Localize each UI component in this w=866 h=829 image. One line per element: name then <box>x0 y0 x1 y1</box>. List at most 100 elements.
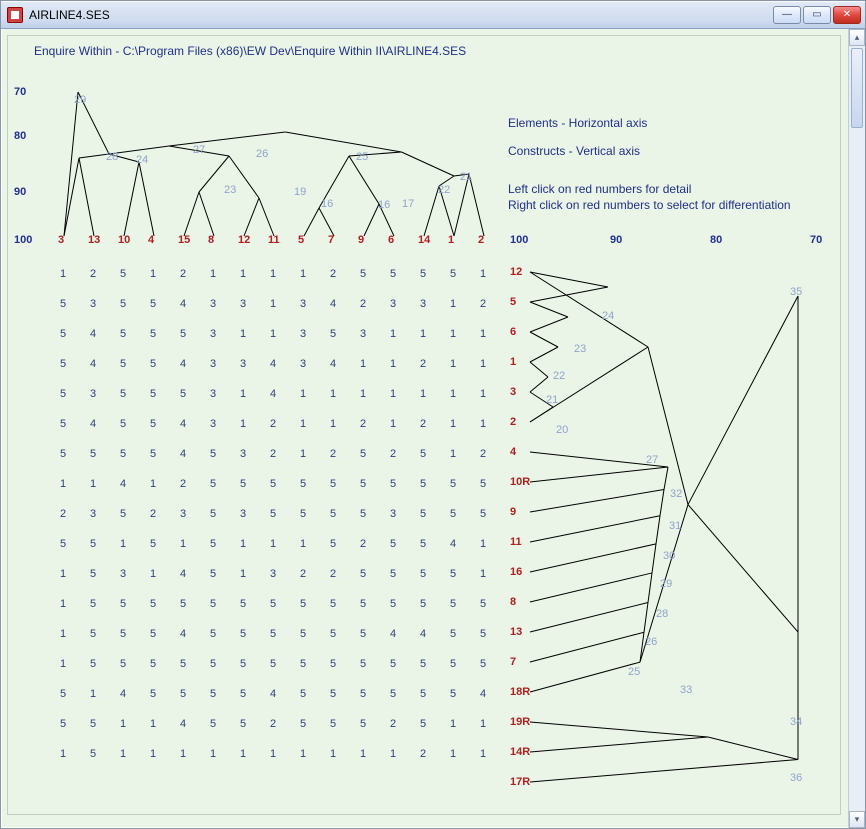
element-number[interactable]: 12 <box>238 234 250 246</box>
grid-cell: 1 <box>60 748 66 760</box>
grid-cell: 1 <box>240 268 246 280</box>
instruction-text: Constructs - Vertical axis <box>508 144 640 158</box>
maximize-button[interactable]: ▭ <box>803 6 831 24</box>
grid-cell: 5 <box>420 598 426 610</box>
element-number[interactable]: 11 <box>268 234 280 246</box>
element-number[interactable]: 3 <box>58 234 64 246</box>
y-axis-tick: 100 <box>14 234 32 246</box>
construct-number[interactable]: 14R <box>510 746 530 758</box>
grid-cell: 5 <box>330 538 336 550</box>
construct-number[interactable]: 9 <box>510 506 516 518</box>
grid-cell: 5 <box>60 448 66 460</box>
dendro-node-top: 25 <box>356 151 368 163</box>
element-number[interactable]: 9 <box>358 234 364 246</box>
grid-cell: 1 <box>420 388 426 400</box>
dendro-node-top: 19 <box>294 186 306 198</box>
construct-number[interactable]: 3 <box>510 386 516 398</box>
construct-number[interactable]: 12 <box>510 266 522 278</box>
grid-cell: 5 <box>240 688 246 700</box>
grid-cell: 1 <box>450 448 456 460</box>
grid-cell: 3 <box>270 568 276 580</box>
grid-cell: 1 <box>180 538 186 550</box>
vertical-scrollbar[interactable]: ▴ ▾ <box>848 29 865 828</box>
grid-cell: 5 <box>420 568 426 580</box>
element-number[interactable]: 5 <box>298 234 304 246</box>
minimize-button[interactable]: — <box>773 6 801 24</box>
construct-number[interactable]: 7 <box>510 656 516 668</box>
grid-cell: 5 <box>210 658 216 670</box>
focus-grid-canvas[interactable]: Enquire Within - C:\Program Files (x86)\… <box>7 35 841 815</box>
dendro-node-right: 24 <box>602 310 614 322</box>
grid-cell: 3 <box>210 358 216 370</box>
grid-cell: 1 <box>60 628 66 640</box>
grid-cell: 5 <box>480 598 486 610</box>
grid-cell: 5 <box>420 658 426 670</box>
construct-number[interactable]: 16 <box>510 566 522 578</box>
close-button[interactable]: ✕ <box>833 6 861 24</box>
grid-cell: 1 <box>210 268 216 280</box>
element-number[interactable]: 6 <box>388 234 394 246</box>
dendro-node-right: 21 <box>546 394 558 406</box>
grid-cell: 1 <box>450 328 456 340</box>
dendro-node-right: 26 <box>645 636 657 648</box>
grid-cell: 3 <box>210 418 216 430</box>
grid-cell: 1 <box>60 478 66 490</box>
construct-number[interactable]: 19R <box>510 716 530 728</box>
grid-cell: 5 <box>150 328 156 340</box>
scroll-down-arrow[interactable]: ▾ <box>849 811 865 828</box>
dendro-node-top: 29 <box>74 94 86 106</box>
grid-cell: 4 <box>330 358 336 370</box>
grid-cell: 2 <box>330 268 336 280</box>
scroll-thumb[interactable] <box>851 48 863 128</box>
grid-cell: 3 <box>120 568 126 580</box>
grid-cell: 2 <box>480 448 486 460</box>
dendro-node-right: 30 <box>663 550 675 562</box>
grid-cell: 2 <box>330 448 336 460</box>
grid-cell: 3 <box>210 298 216 310</box>
element-number[interactable]: 2 <box>478 234 484 246</box>
construct-number[interactable]: 4 <box>510 446 516 458</box>
construct-number[interactable]: 5 <box>510 296 516 308</box>
x-axis-right-tick: 90 <box>610 234 622 246</box>
grid-cell: 4 <box>180 298 186 310</box>
grid-cell: 5 <box>210 628 216 640</box>
grid-cell: 1 <box>210 748 216 760</box>
element-number[interactable]: 10 <box>118 234 130 246</box>
grid-cell: 5 <box>360 268 366 280</box>
grid-cell: 5 <box>150 298 156 310</box>
element-number[interactable]: 7 <box>328 234 334 246</box>
grid-cell: 4 <box>180 448 186 460</box>
construct-number[interactable]: 10R <box>510 476 530 488</box>
construct-number[interactable]: 11 <box>510 536 522 548</box>
grid-cell: 5 <box>120 418 126 430</box>
construct-number[interactable]: 18R <box>510 686 530 698</box>
construct-number[interactable]: 1 <box>510 356 516 368</box>
element-number[interactable]: 1 <box>448 234 454 246</box>
grid-cell: 5 <box>90 718 96 730</box>
element-number[interactable]: 8 <box>208 234 214 246</box>
grid-cell: 5 <box>480 508 486 520</box>
grid-cell: 5 <box>210 508 216 520</box>
construct-number[interactable]: 17R <box>510 776 530 788</box>
grid-cell: 1 <box>150 718 156 730</box>
construct-number[interactable]: 13 <box>510 626 522 638</box>
element-number[interactable]: 4 <box>148 234 154 246</box>
dendro-node-top: 23 <box>224 184 236 196</box>
grid-cell: 1 <box>150 748 156 760</box>
grid-cell: 5 <box>390 658 396 670</box>
grid-cell: 3 <box>210 388 216 400</box>
element-number[interactable]: 14 <box>418 234 430 246</box>
construct-number[interactable]: 2 <box>510 416 516 428</box>
construct-number[interactable]: 8 <box>510 596 516 608</box>
element-number[interactable]: 13 <box>88 234 100 246</box>
grid-cell: 1 <box>300 418 306 430</box>
construct-number[interactable]: 6 <box>510 326 516 338</box>
grid-cell: 5 <box>300 718 306 730</box>
element-number[interactable]: 15 <box>178 234 190 246</box>
grid-cell: 1 <box>240 748 246 760</box>
scroll-up-arrow[interactable]: ▴ <box>849 29 865 46</box>
grid-cell: 4 <box>120 688 126 700</box>
titlebar[interactable]: AIRLINE4.SES — ▭ ✕ <box>1 1 865 29</box>
grid-cell: 5 <box>120 298 126 310</box>
grid-cell: 5 <box>330 478 336 490</box>
